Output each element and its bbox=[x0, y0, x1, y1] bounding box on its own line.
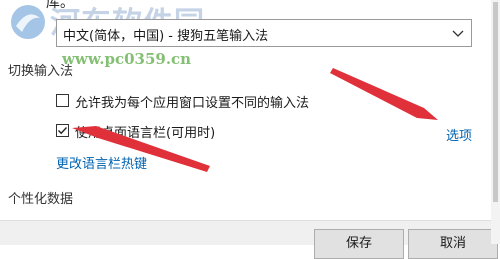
annotation-arrows bbox=[72, 68, 438, 172]
cancel-button[interactable]: 取消 bbox=[408, 229, 498, 259]
save-button[interactable]: 保存 bbox=[314, 229, 404, 259]
scrollbar[interactable] bbox=[491, 0, 500, 244]
footer-bar: 保存 取消 bbox=[0, 220, 498, 259]
annotation-arrow-left bbox=[72, 126, 210, 172]
scrollbar-thumb[interactable] bbox=[493, 2, 498, 202]
annotation-arrow-right bbox=[330, 68, 438, 120]
